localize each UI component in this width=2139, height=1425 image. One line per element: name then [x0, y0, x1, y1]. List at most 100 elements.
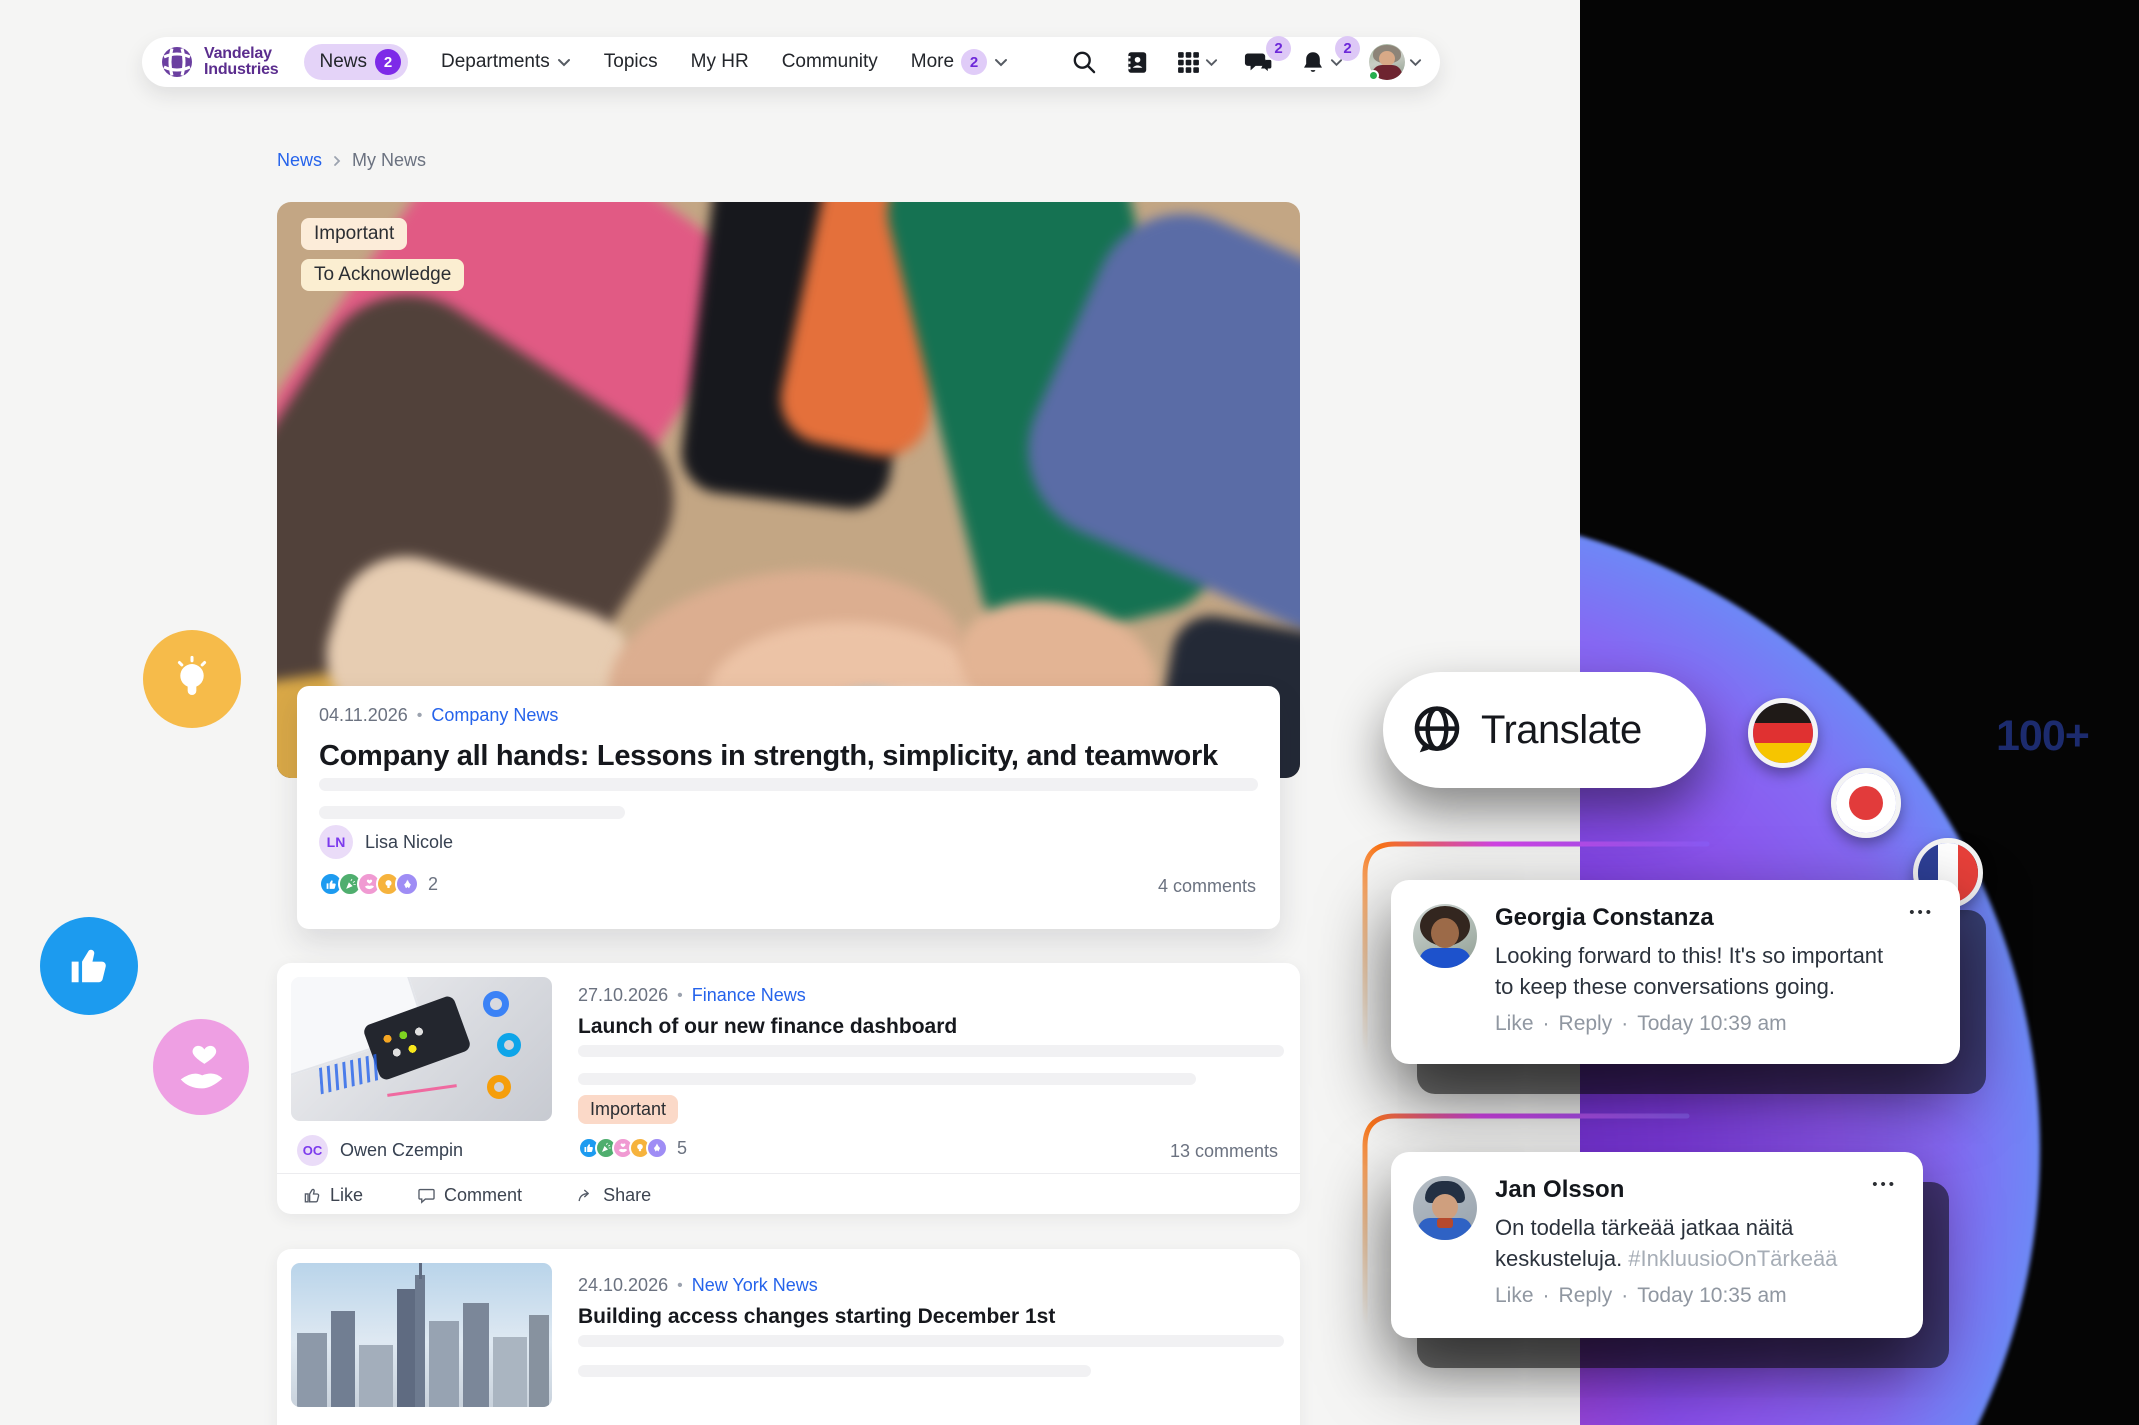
flag-germany-icon: [1748, 698, 1818, 768]
author-avatar: OC: [297, 1135, 328, 1166]
nav-item-news[interactable]: News 2: [304, 44, 408, 80]
comment-reply-link[interactable]: Reply: [1559, 1284, 1613, 1308]
top-navbar: Vandelay Industries News 2 Departments T…: [142, 37, 1440, 87]
directory-button[interactable]: [1124, 49, 1150, 76]
text-skeleton: [578, 1073, 1196, 1085]
post-thumbnail: [291, 1263, 552, 1407]
comment-menu-icon[interactable]: •••: [1872, 1176, 1897, 1193]
nav-items: News 2 Departments Topics My HR Communit…: [304, 44, 1071, 80]
apps-grid-icon: [1176, 50, 1201, 75]
nav-item-departments[interactable]: Departments: [441, 51, 571, 73]
more-badge: 2: [961, 49, 987, 75]
nav-item-community[interactable]: Community: [782, 51, 878, 73]
post-date: 24.10.2026: [578, 1275, 668, 1296]
reaction-summary[interactable]: 5: [578, 1137, 687, 1159]
post-card-newyork[interactable]: 24.10.2026 • New York News Building acce…: [277, 1249, 1300, 1425]
avatar: [1369, 44, 1405, 80]
heart-hand-decor-icon: [153, 1019, 249, 1115]
post-date: 27.10.2026: [578, 985, 668, 1006]
flag-japan-icon: [1831, 768, 1901, 838]
comment-like-link[interactable]: Like: [1495, 1012, 1534, 1036]
comment-button[interactable]: Comment: [417, 1185, 522, 1206]
badge-to-acknowledge: To Acknowledge: [301, 259, 464, 291]
page: Vandelay Industries News 2 Departments T…: [0, 0, 2139, 1425]
chevron-down-icon: [1409, 58, 1422, 67]
post-author[interactable]: OC Owen Czempin: [297, 1135, 463, 1166]
comment-footer: Like · Reply · Today 10:35 am: [1495, 1284, 1871, 1308]
post-actions: Like Comment Share: [303, 1185, 651, 1206]
avatar: [1413, 1176, 1477, 1240]
news-badge: 2: [375, 49, 401, 75]
brand-logo[interactable]: Vandelay Industries: [158, 43, 278, 81]
translate-globe-icon: [1409, 702, 1465, 758]
comment-card[interactable]: ••• Jan Olsson On todella tärkeää jatkaa…: [1391, 1152, 1923, 1338]
online-status-dot: [1368, 70, 1379, 81]
nav-item-topics[interactable]: Topics: [604, 51, 658, 73]
reaction-count: 2: [428, 874, 438, 895]
text-skeleton: [578, 1365, 1091, 1377]
comment-icon: [417, 1186, 436, 1205]
post-title[interactable]: Launch of our new finance dashboard: [578, 1015, 957, 1039]
post-meta: 24.10.2026 • New York News: [578, 1275, 818, 1296]
post-card-finance[interactable]: 27.10.2026 • Finance News Launch of our …: [277, 963, 1300, 1214]
comments-count[interactable]: 4 comments: [1158, 876, 1256, 897]
breadcrumb: News My News: [277, 150, 426, 171]
comment-footer: Like · Reply · Today 10:39 am: [1495, 1012, 1904, 1036]
post-title[interactable]: Company all hands: Lessons in strength, …: [319, 740, 1258, 773]
comments-count[interactable]: 13 comments: [1170, 1141, 1278, 1162]
divider: [277, 1173, 1300, 1174]
chevron-down-icon: [557, 58, 571, 67]
like-button[interactable]: Like: [303, 1185, 363, 1206]
reaction-summary[interactable]: 2: [319, 872, 438, 896]
post-thumbnail: [291, 977, 552, 1121]
post-badges: Important To Acknowledge: [301, 218, 464, 291]
nav-item-myhr[interactable]: My HR: [691, 51, 749, 73]
comment-card[interactable]: ••• Georgia Constanza Looking forward to…: [1391, 880, 1960, 1064]
post-title[interactable]: Building access changes starting Decembe…: [578, 1305, 1055, 1329]
search-button[interactable]: [1071, 49, 1098, 76]
brand-name: Vandelay Industries: [204, 46, 278, 78]
commenter-name[interactable]: Georgia Constanza: [1495, 904, 1904, 932]
text-skeleton: [319, 806, 625, 819]
share-icon: [576, 1186, 595, 1205]
comment-text: Looking forward to this! It's so importa…: [1495, 940, 1904, 1002]
lightbulb-decor-icon: [143, 630, 241, 728]
search-icon: [1071, 49, 1098, 76]
badge-important: Important: [301, 218, 407, 250]
praying-hands-reaction-icon: [395, 872, 419, 896]
notifications-badge: 2: [1335, 36, 1360, 61]
notifications-button[interactable]: 2: [1300, 49, 1343, 76]
post-category-link[interactable]: Finance News: [692, 985, 806, 1006]
apps-grid-button[interactable]: [1176, 50, 1218, 75]
breadcrumb-chevron-icon: [332, 155, 342, 167]
translate-button[interactable]: Translate: [1383, 672, 1706, 788]
text-skeleton: [578, 1335, 1284, 1347]
comment-like-link[interactable]: Like: [1495, 1284, 1534, 1308]
post-category-link[interactable]: New York News: [692, 1275, 818, 1296]
thumbs-up-decor-icon: [40, 917, 138, 1015]
comment-menu-icon[interactable]: •••: [1909, 904, 1934, 921]
comment-hashtag[interactable]: #InkluusioOnTärkeää: [1628, 1246, 1837, 1271]
messages-button[interactable]: 2: [1244, 49, 1274, 76]
translate-label: Translate: [1481, 708, 1642, 753]
featured-post-panel: 04.11.2026 • Company News Company all ha…: [297, 686, 1280, 929]
profile-menu[interactable]: [1369, 44, 1422, 80]
post-author[interactable]: LN Lisa Nicole: [319, 825, 453, 859]
commenter-name[interactable]: Jan Olsson: [1495, 1176, 1871, 1204]
reaction-count: 5: [677, 1138, 687, 1159]
chevron-down-icon: [1205, 58, 1218, 67]
post-date: 04.11.2026: [319, 705, 408, 726]
post-meta: 04.11.2026 • Company News: [319, 705, 1258, 726]
breadcrumb-news-link[interactable]: News: [277, 150, 322, 171]
comment-reply-link[interactable]: Reply: [1559, 1012, 1613, 1036]
share-button[interactable]: Share: [576, 1185, 651, 1206]
author-avatar: LN: [319, 825, 353, 859]
messages-badge: 2: [1266, 36, 1291, 61]
chevron-down-icon: [994, 58, 1008, 67]
nav-item-more[interactable]: More 2: [911, 49, 1008, 75]
more-languages-count: 100+: [1996, 712, 2089, 761]
text-skeleton: [578, 1045, 1284, 1057]
directory-icon: [1124, 49, 1150, 76]
post-category-link[interactable]: Company News: [431, 705, 558, 726]
brand-globe-icon: [158, 43, 196, 81]
